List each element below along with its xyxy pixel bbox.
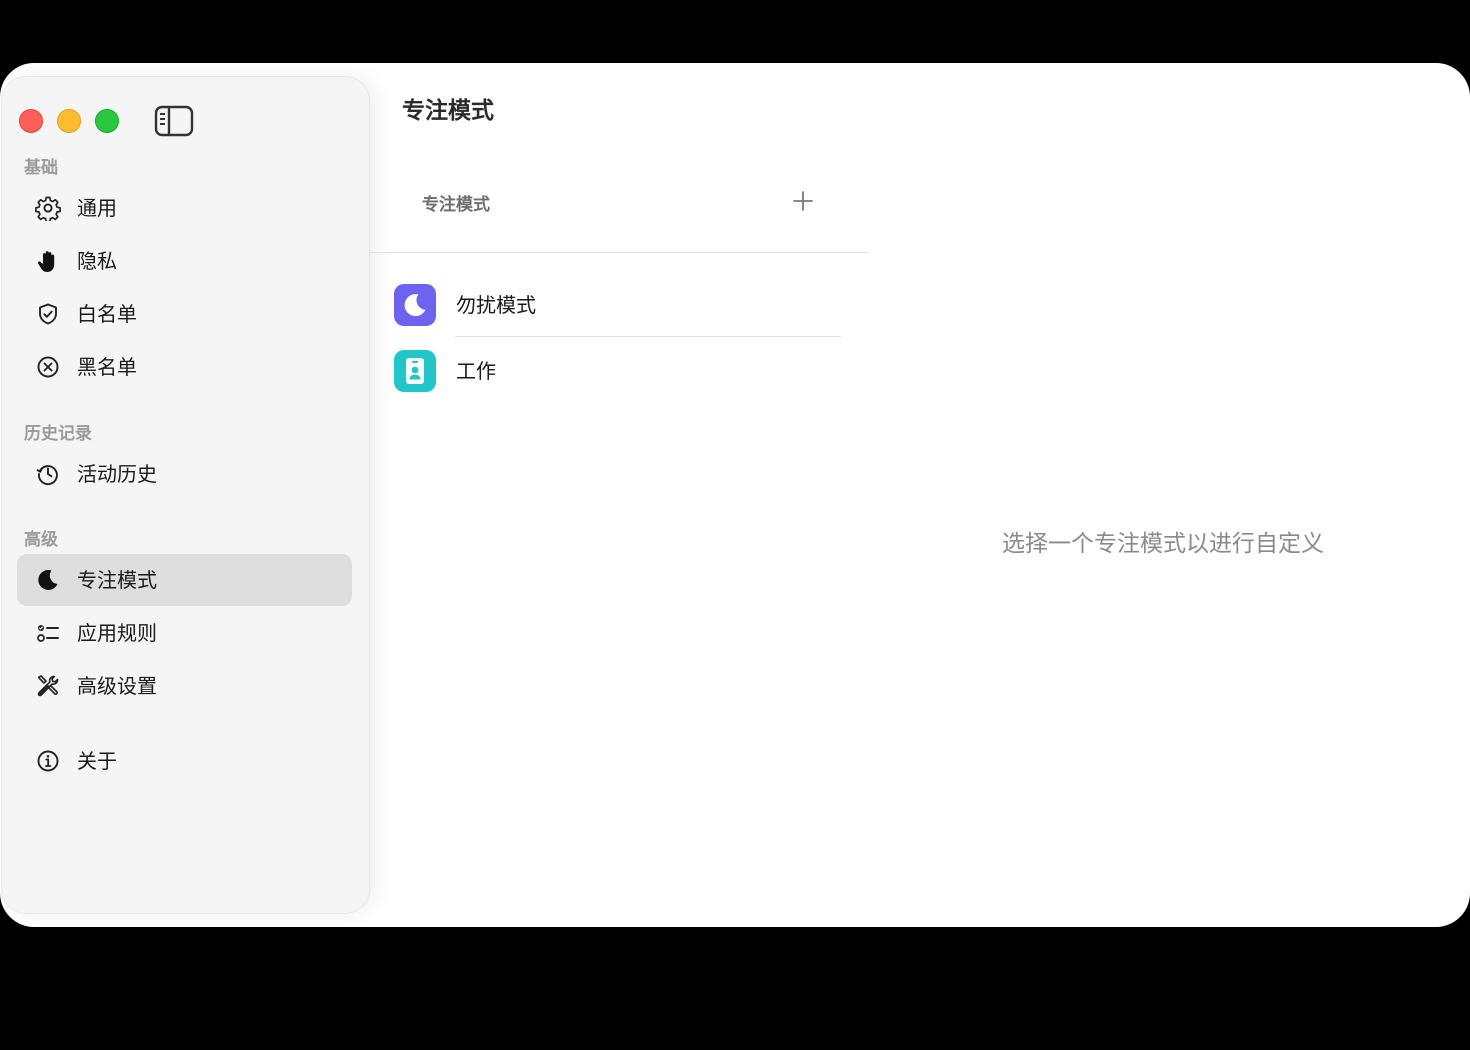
sidebar-item-label: 白名单 <box>77 302 137 326</box>
section-label-history: 历史记录 <box>24 424 92 444</box>
sidebar-item-label: 活动历史 <box>77 462 157 486</box>
sidebar: 基础 通用 隐私 白名单 黑名单 历史记录 活动历史 高级 专注模式 应用规则 … <box>2 77 369 913</box>
info-icon <box>37 750 59 772</box>
sidebar-item-label: 黑名单 <box>77 355 137 379</box>
tools-icon <box>37 675 59 697</box>
sidebar-item-general[interactable]: 通用 <box>17 182 352 234</box>
focus-mode-row-work[interactable]: 工作 <box>394 344 842 396</box>
section-label-advanced: 高级 <box>24 530 58 550</box>
sidebar-toggle-button[interactable] <box>154 105 194 137</box>
shield-check-icon <box>39 303 57 325</box>
moon-icon <box>394 284 436 326</box>
moon-icon <box>38 569 58 590</box>
sidebar-item-label: 隐私 <box>77 249 117 273</box>
xmark-circle-icon <box>37 356 59 378</box>
sidebar-item-privacy[interactable]: 隐私 <box>17 235 352 287</box>
plus-icon <box>793 191 813 211</box>
section-label-basic: 基础 <box>24 158 58 178</box>
sidebar-item-blacklist[interactable]: 黑名单 <box>17 341 352 393</box>
sidebar-item-app-rules[interactable]: 应用规则 <box>17 607 352 659</box>
sidebar-item-activity-history[interactable]: 活动历史 <box>17 448 352 500</box>
window-close-button[interactable] <box>19 109 43 133</box>
sidebar-item-label: 关于 <box>77 749 117 773</box>
hand-icon <box>38 251 55 272</box>
sidebar-item-about[interactable]: 关于 <box>17 735 352 787</box>
focus-list-header: 专注模式 <box>422 195 490 215</box>
focus-mode-label: 工作 <box>456 359 496 383</box>
page-title: 专注模式 <box>402 98 494 124</box>
badge-icon <box>394 350 436 392</box>
empty-detail-placeholder: 选择一个专注模式以进行自定义 <box>1002 531 1324 557</box>
checklist-icon <box>37 625 59 642</box>
sidebar-item-label: 高级设置 <box>77 674 157 698</box>
sidebar-item-focus-mode[interactable]: 专注模式 <box>17 554 352 606</box>
app-window: 基础 通用 隐私 白名单 黑名单 历史记录 活动历史 高级 专注模式 应用规则 … <box>0 63 1470 927</box>
window-minimize-button[interactable] <box>57 109 81 133</box>
clock-history-icon <box>36 465 58 486</box>
sidebar-item-whitelist[interactable]: 白名单 <box>17 288 352 340</box>
sidebar-item-label: 专注模式 <box>77 568 157 592</box>
sidebar-toggle-icon <box>154 105 194 137</box>
list-header-divider <box>370 252 868 253</box>
sidebar-item-label: 应用规则 <box>77 621 157 645</box>
list-row-divider <box>455 336 841 337</box>
sidebar-item-advanced-settings[interactable]: 高级设置 <box>17 660 352 712</box>
gear-icon <box>35 196 61 221</box>
add-focus-mode-button[interactable] <box>789 187 817 215</box>
sidebar-item-label: 通用 <box>77 196 117 220</box>
window-maximize-button[interactable] <box>95 109 119 133</box>
focus-mode-label: 勿扰模式 <box>456 293 536 317</box>
focus-mode-row-do-not-disturb[interactable]: 勿扰模式 <box>394 278 842 330</box>
